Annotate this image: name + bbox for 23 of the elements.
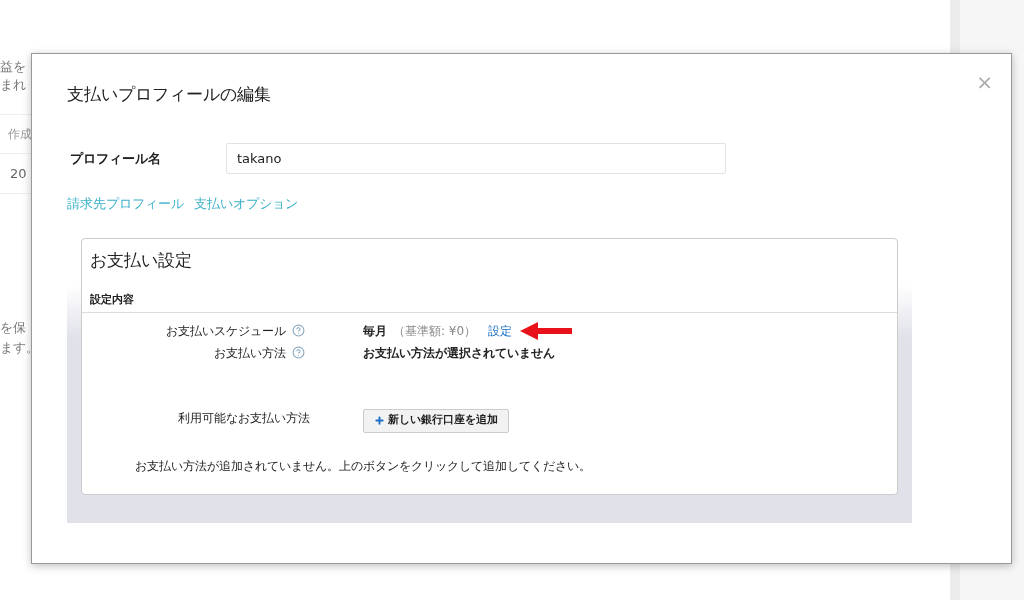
setting-value: 毎月 [363,322,387,340]
settings-link[interactable]: 設定 [488,321,513,340]
help-icon[interactable] [292,324,305,337]
empty-message: お支払い方法が追加されていません。上のボタンをクリックして追加してください。 [135,457,591,475]
field-label: プロフィール名 [70,149,162,168]
setting-label: お支払いスケジュール [166,322,286,340]
background-text: 益を [0,58,26,76]
setting-value: お支払い方法が選択されていません [363,344,555,362]
add-bank-account-button[interactable]: 新しい銀行口座を追加 [363,408,509,433]
background-text: まれ [0,76,26,94]
help-icon[interactable] [292,346,305,359]
background-text: ます。 [0,339,39,357]
plus-icon [374,415,385,426]
table-cell-text: 20 [10,164,27,183]
dialog-title: 支払いプロフィールの編集 [67,83,271,106]
setting-detail: （基準額: ¥0） [393,322,477,340]
setting-label: 利用可能なお支払い方法 [177,409,310,427]
section-heading: 設定内容 [90,292,134,306]
card-title: お支払い設定 [90,248,192,272]
column-header: 作成 [8,126,32,143]
background-text: を保 [0,319,26,337]
setting-label: お支払い方法 [214,344,286,362]
profile-name-field[interactable]: takano [226,143,726,174]
